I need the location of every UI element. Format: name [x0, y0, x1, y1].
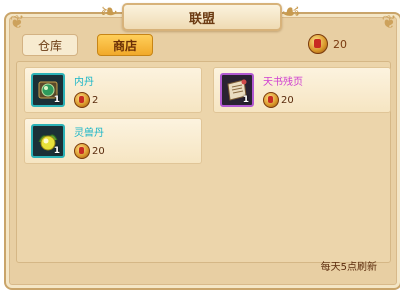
price-value: 20 [281, 94, 294, 106]
alliance-token-icon [308, 34, 328, 54]
item-quantity: 1 [242, 95, 249, 105]
price-value: 2 [92, 94, 99, 106]
swirl-ornament-icon: ❧ [99, 0, 119, 25]
item-name: 天书残页 [263, 77, 303, 88]
page-title: 联盟 [122, 3, 282, 31]
item-name: 灵兽丹 [74, 128, 104, 139]
refresh-note: 每天5点刷新 [320, 262, 377, 273]
scroll-page-icon: 1 [220, 73, 254, 107]
shop-item[interactable]: 1 天书残页 20 [213, 67, 391, 113]
alliance-token-icon [263, 92, 279, 108]
item-quantity: 1 [53, 95, 60, 105]
corner-ornament-icon: ❦ [9, 12, 25, 33]
shop-item-list[interactable]: 1 内丹 2 1 天书残页 20 1 灵兽丹 20 [16, 61, 391, 263]
tab-warehouse[interactable]: 仓库 [22, 34, 78, 56]
alliance-token-icon [74, 143, 90, 159]
item-price: 2 [74, 92, 98, 108]
item-name: 内丹 [74, 77, 94, 88]
alliance-token-icon [74, 92, 90, 108]
item-price: 20 [263, 92, 294, 108]
shop-item[interactable]: 1 内丹 2 [24, 67, 202, 113]
spirit-beast-pill-icon: 1 [31, 124, 65, 158]
alliance-panel: ❦ ❦ 仓库 商店 20 1 内丹 2 1 天书残页 20 1 灵兽丹 20 每… [6, 12, 400, 288]
inner-pill-icon: 1 [31, 73, 65, 107]
corner-ornament-icon: ❦ [381, 12, 397, 33]
shop-item[interactable]: 1 灵兽丹 20 [24, 118, 202, 164]
item-price: 20 [74, 143, 105, 159]
tab-shop[interactable]: 商店 [97, 34, 153, 56]
currency-amount: 20 [333, 37, 347, 51]
item-quantity: 1 [53, 146, 60, 156]
currency-display: 20 [308, 34, 347, 54]
price-value: 20 [92, 145, 105, 157]
